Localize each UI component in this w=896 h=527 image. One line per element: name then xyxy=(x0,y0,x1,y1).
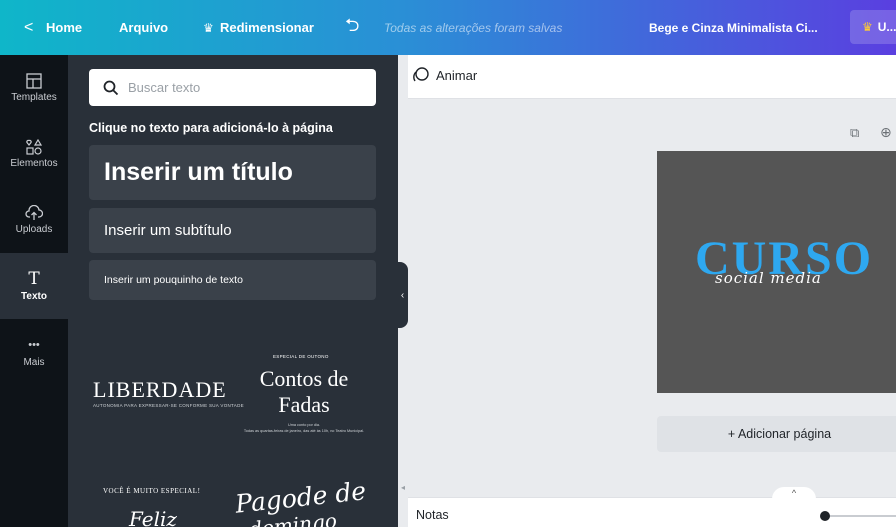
rail-item-texto[interactable]: T Texto xyxy=(0,253,68,319)
add-subheading-button[interactable]: Inserir um subtítulo xyxy=(89,208,376,253)
rail-label: Uploads xyxy=(15,224,53,235)
combo-script: Feliz xyxy=(129,507,177,527)
duplicate-page-icon[interactable]: ⧉ xyxy=(850,125,859,141)
design-script-text[interactable]: social media xyxy=(715,269,822,287)
rail-label: Mais xyxy=(23,357,45,368)
add-heading-button[interactable]: Inserir um título xyxy=(89,145,376,200)
notes-expand-tab[interactable]: ^ xyxy=(772,487,816,499)
rail-item-uploads[interactable]: Uploads xyxy=(0,187,68,253)
side-rail: Templates Elementos Uploads T Texto ••• … xyxy=(0,55,68,527)
search-box[interactable] xyxy=(89,69,376,106)
rail-item-templates[interactable]: Templates xyxy=(0,55,68,121)
add-body-text-button[interactable]: Inserir um pouquinho de texto xyxy=(89,260,376,300)
templates-icon xyxy=(26,73,42,89)
zoom-slider-track[interactable] xyxy=(826,515,896,517)
home-link[interactable]: Home xyxy=(46,0,82,55)
text-icon: T xyxy=(28,269,40,289)
font-combination-1[interactable]: LIBERDADE AUTONOMIA PARA EXPRESSAR-SE CO… xyxy=(89,341,376,459)
combo-subtitle: AUTONOMIA PARA EXPRESSAR-SE CONFORME SUA… xyxy=(93,403,244,408)
animate-label: Animar xyxy=(436,67,478,83)
font-combination-2[interactable]: VOCÊ É MUITO ESPECIAL! Feliz Pagode de d… xyxy=(89,475,376,527)
design-title[interactable]: Bege e Cinza Minimalista Ci... xyxy=(649,0,818,55)
top-bar: < Home Arquivo ♛ Redimensionar ⮌ Todas a… xyxy=(0,0,896,55)
add-page-icon[interactable]: ⊕ xyxy=(880,124,892,141)
design-page[interactable]: CURSO social media xyxy=(657,151,896,393)
combo-kicker: VOCÊ É MUITO ESPECIAL! xyxy=(103,487,201,495)
combo-footnote: Todas as quartas-feiras de janeiro, das … xyxy=(243,429,365,433)
combo-kicker: ESPECIAL DE OUTONO xyxy=(273,354,329,359)
zoom-slider-handle[interactable] xyxy=(820,511,830,521)
back-chevron-icon[interactable]: < xyxy=(24,0,33,55)
add-page-button[interactable]: + Adicionar página xyxy=(657,416,896,452)
search-icon xyxy=(103,80,119,95)
text-panel: Clique no texto para adicioná-lo à págin… xyxy=(68,55,398,527)
undo-icon[interactable]: ⮌ xyxy=(345,0,359,55)
more-icon: ••• xyxy=(28,339,40,351)
rail-item-elementos[interactable]: Elementos xyxy=(0,121,68,187)
rail-label: Texto xyxy=(21,291,47,302)
combo-title: LIBERDADE xyxy=(93,377,227,402)
resize-button[interactable]: Redimensionar xyxy=(220,0,314,55)
scroll-left-arrow[interactable]: ◂ xyxy=(401,483,405,492)
crown-icon: ♛ xyxy=(203,20,214,35)
notes-button[interactable]: Notas xyxy=(416,508,449,522)
upgrade-button[interactable]: ♛ U... xyxy=(850,10,896,44)
combo-title: Contos de Fadas xyxy=(259,366,349,417)
rail-label: Elementos xyxy=(10,158,58,169)
editor-toolbar xyxy=(408,55,896,99)
animate-button[interactable]: Animar xyxy=(412,66,477,84)
animate-icon xyxy=(413,67,429,82)
panel-hint: Clique no texto para adicioná-lo à págin… xyxy=(89,121,333,135)
rail-item-mais[interactable]: ••• Mais xyxy=(0,319,68,385)
crown-icon: ♛ xyxy=(862,20,873,34)
upload-cloud-icon xyxy=(25,205,43,220)
search-input[interactable] xyxy=(128,80,358,95)
collapse-panel-button[interactable]: ‹ xyxy=(397,262,408,328)
save-status: Todas as alterações foram salvas xyxy=(384,20,563,35)
combo-footnote: Uma conto por dia. xyxy=(287,423,321,427)
file-menu-button[interactable]: Arquivo xyxy=(119,0,168,55)
upgrade-label: U... xyxy=(877,20,896,34)
elements-icon xyxy=(26,139,42,155)
rail-label: Templates xyxy=(11,92,57,103)
